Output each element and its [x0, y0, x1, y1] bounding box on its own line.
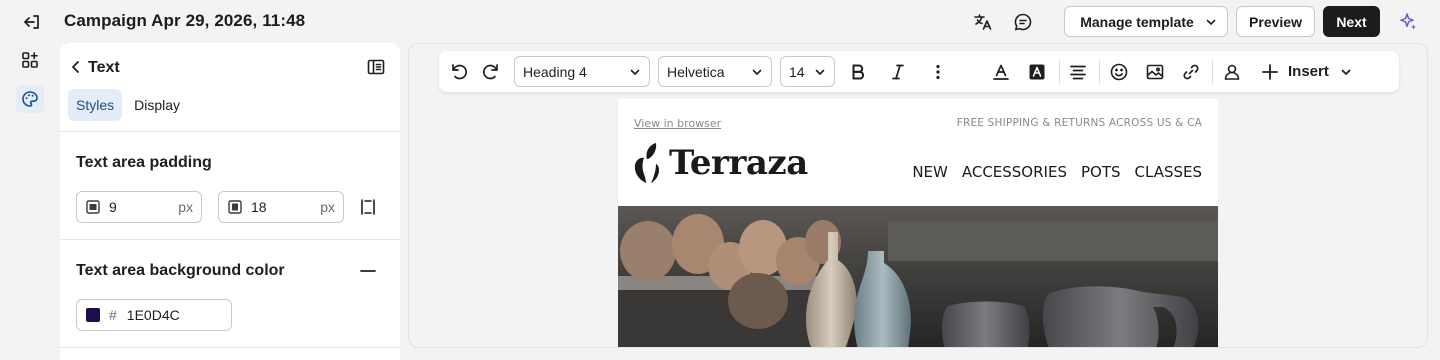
- block-style-select[interactable]: Heading 4: [514, 56, 650, 87]
- chevron-down-icon[interactable]: [1334, 60, 1358, 84]
- nav-link-classes[interactable]: CLASSES: [1135, 163, 1202, 181]
- divider: [60, 347, 400, 348]
- shipping-note: FREE SHIPPING & RETURNS ACROSS US & CA: [956, 117, 1202, 129]
- padding-section-title: Text area padding: [76, 154, 212, 171]
- translate-icon[interactable]: [971, 10, 995, 34]
- vertical-padding-unit: px: [178, 199, 193, 215]
- brand-name: Terraza: [669, 143, 808, 183]
- tab-display[interactable]: Display: [126, 89, 188, 121]
- blocks-icon: [22, 52, 38, 68]
- toolbar-separator: [1059, 60, 1060, 84]
- horizontal-padding-value: 18: [251, 199, 267, 215]
- panel-title: Text: [88, 59, 120, 76]
- chevron-down-icon: [1206, 19, 1216, 25]
- divider: [60, 131, 400, 132]
- chevron-down-icon: [752, 69, 762, 75]
- panel-header: Text: [60, 43, 400, 91]
- background-color-field[interactable]: # 1E0D4C: [76, 299, 232, 331]
- personalization-icon[interactable]: [1220, 60, 1244, 84]
- collapse-minus-icon[interactable]: [356, 259, 380, 283]
- leaf-logo-icon: [634, 143, 659, 183]
- next-button[interactable]: Next: [1323, 6, 1380, 37]
- email-preview[interactable]: View in browser FREE SHIPPING & RETURNS …: [618, 99, 1218, 347]
- font-family-value: Helvetica: [667, 63, 725, 80]
- hash-symbol: #: [109, 307, 117, 323]
- manage-template-label: Manage template: [1080, 13, 1194, 30]
- more-options-icon[interactable]: [926, 60, 950, 84]
- emoji-icon[interactable]: [1107, 60, 1131, 84]
- individual-padding-icon[interactable]: [356, 195, 380, 219]
- toolbar-separator: [1212, 60, 1213, 84]
- vertical-padding-field[interactable]: 9 px: [76, 191, 202, 223]
- highlight-color-icon[interactable]: [1025, 60, 1049, 84]
- insert-plus-icon[interactable]: [1258, 60, 1282, 84]
- horizontal-padding-field[interactable]: 18 px: [218, 191, 344, 223]
- tab-styles[interactable]: Styles: [68, 89, 123, 121]
- toggle-sidebar-icon[interactable]: [364, 55, 388, 79]
- block-style-value: Heading 4: [523, 63, 587, 80]
- text-color-icon[interactable]: [989, 60, 1013, 84]
- pottery-hero-image: [618, 206, 1218, 347]
- vertical-padding-value: 9: [109, 199, 117, 215]
- text-toolbar: Heading 4 Helvetica 14 Insert: [439, 51, 1399, 92]
- rail-item-blocks[interactable]: [16, 46, 44, 74]
- editor-canvas: Heading 4 Helvetica 14 Insert View in br…: [408, 43, 1428, 348]
- hero-image[interactable]: [618, 206, 1218, 347]
- font-size-select[interactable]: 14: [780, 56, 835, 87]
- top-bar: Campaign Apr 29, 2026, 11:48 Manage temp…: [0, 0, 1440, 43]
- preview-button[interactable]: Preview: [1236, 6, 1315, 37]
- left-rail: [0, 43, 60, 360]
- view-in-browser-link[interactable]: View in browser: [634, 117, 721, 130]
- rail-item-styles[interactable]: [16, 85, 44, 113]
- undo-icon[interactable]: [447, 60, 471, 84]
- exit-icon[interactable]: [20, 10, 44, 34]
- brand-logo: Terraza: [633, 142, 808, 184]
- nav-link-new[interactable]: NEW: [912, 163, 948, 181]
- background-section-title: Text area background color: [76, 262, 285, 279]
- background-color-value: 1E0D4C: [126, 307, 180, 323]
- image-icon[interactable]: [1143, 60, 1167, 84]
- font-size-value: 14: [789, 63, 805, 80]
- horizontal-padding-unit: px: [320, 199, 335, 215]
- page-title: Campaign Apr 29, 2026, 11:48: [64, 11, 306, 30]
- divider: [60, 239, 400, 240]
- toolbar-separator: [1099, 60, 1100, 84]
- redo-icon[interactable]: [479, 60, 503, 84]
- vertical-padding-icon: [85, 199, 101, 215]
- chevron-down-icon: [815, 69, 825, 75]
- align-center-icon[interactable]: [1066, 60, 1090, 84]
- manage-template-button[interactable]: Manage template: [1064, 6, 1228, 37]
- chevron-down-icon: [630, 69, 640, 75]
- back-chevron-icon[interactable]: [68, 58, 84, 76]
- font-family-select[interactable]: Helvetica: [658, 56, 772, 87]
- email-nav: NEW ACCESSORIES POTS CLASSES: [912, 163, 1202, 181]
- link-icon[interactable]: [1179, 60, 1203, 84]
- horizontal-padding-icon: [227, 199, 243, 215]
- nav-link-pots[interactable]: POTS: [1081, 163, 1121, 181]
- insert-menu-label[interactable]: Insert: [1288, 63, 1329, 80]
- panel-tabs: Styles Display: [68, 89, 188, 123]
- palette-icon: [22, 91, 38, 107]
- comments-icon[interactable]: [1011, 10, 1035, 34]
- italic-icon[interactable]: [886, 60, 910, 84]
- color-swatch[interactable]: [86, 308, 100, 322]
- nav-link-accessories[interactable]: ACCESSORIES: [962, 163, 1067, 181]
- ai-sparkle-icon[interactable]: [1396, 10, 1420, 34]
- bold-icon[interactable]: [846, 60, 870, 84]
- settings-panel: Text Styles Display Text area padding 9 …: [60, 43, 400, 360]
